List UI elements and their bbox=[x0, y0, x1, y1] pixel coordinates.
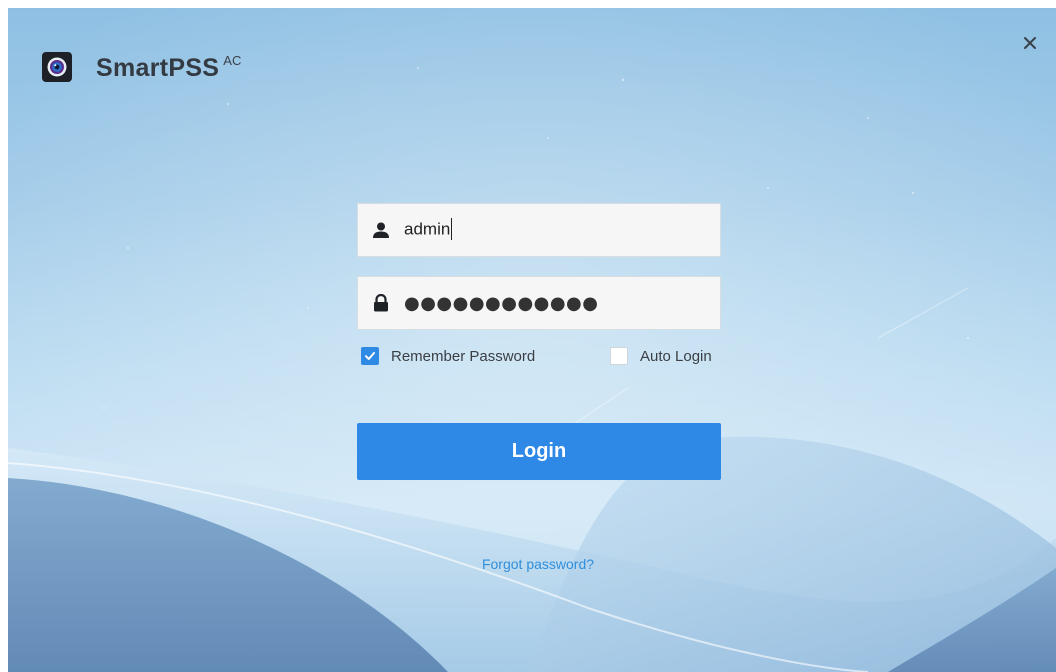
login-button[interactable]: Login bbox=[357, 423, 721, 480]
lock-icon bbox=[371, 293, 391, 313]
username-field[interactable]: admin bbox=[357, 203, 721, 257]
app-edition: AC bbox=[223, 53, 242, 68]
close-icon bbox=[1024, 37, 1036, 49]
username-value: admin bbox=[404, 218, 453, 240]
background-art bbox=[8, 8, 1056, 672]
app-title: SmartPSS AC bbox=[96, 52, 241, 84]
password-masked-value: ●●●●●●●●●●●● bbox=[404, 292, 599, 314]
login-window: SmartPSS AC admin ●●●●●●●●●●●● Remember … bbox=[8, 8, 1056, 672]
close-button[interactable] bbox=[1019, 32, 1041, 54]
auto-login-option[interactable]: Auto Login bbox=[610, 346, 712, 366]
forgot-password-link[interactable]: Forgot password? bbox=[438, 556, 638, 572]
remember-password-checkbox[interactable] bbox=[361, 347, 379, 365]
camera-lens-icon bbox=[47, 57, 67, 77]
app-name: SmartPSS bbox=[96, 54, 220, 82]
checkmark-icon bbox=[365, 352, 375, 360]
remember-password-option[interactable]: Remember Password bbox=[361, 346, 535, 366]
password-field[interactable]: ●●●●●●●●●●●● bbox=[357, 276, 721, 330]
auto-login-checkbox[interactable] bbox=[610, 347, 628, 365]
auto-login-label: Auto Login bbox=[640, 347, 712, 365]
app-logo bbox=[42, 52, 72, 82]
remember-password-label: Remember Password bbox=[391, 347, 536, 365]
user-icon bbox=[371, 220, 391, 240]
